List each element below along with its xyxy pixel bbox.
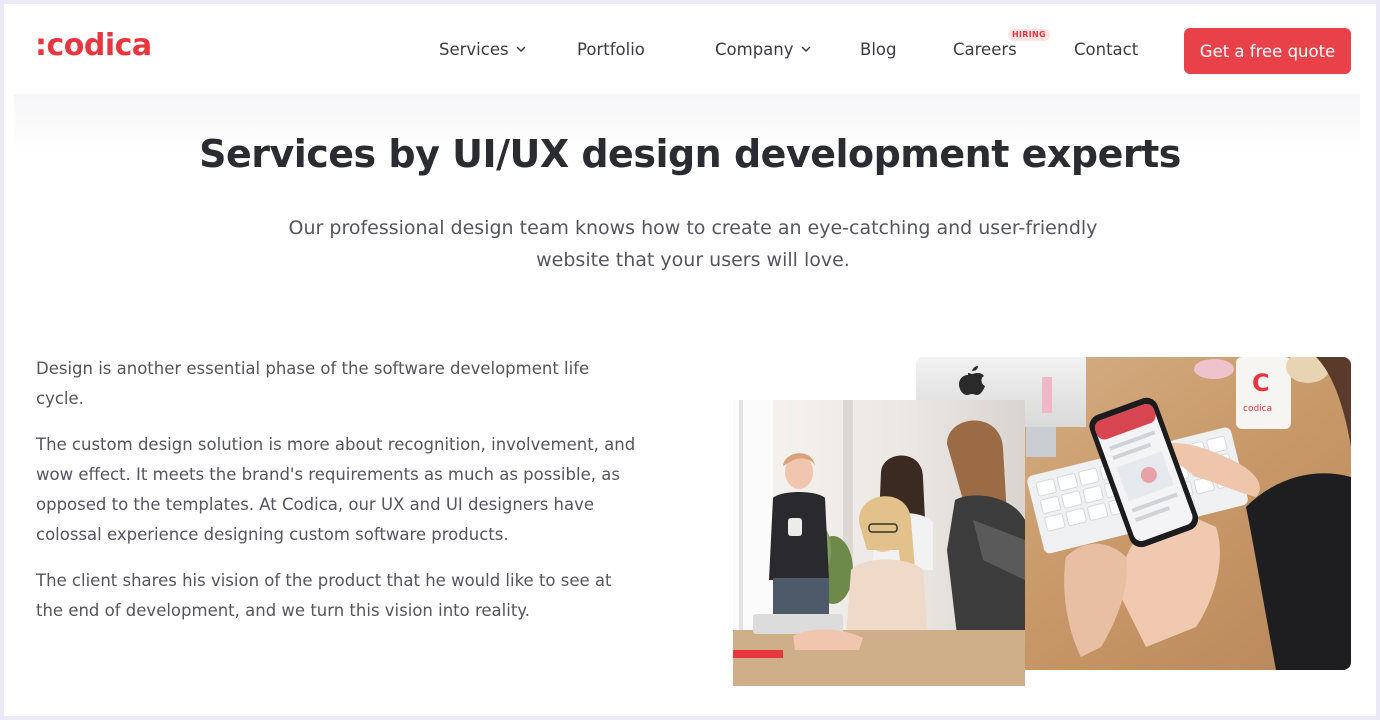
photo-team-office [733, 400, 1025, 686]
nav-blog[interactable]: Blog [860, 40, 896, 59]
site-header: :codica Services Portfolio Company Blog … [4, 4, 1376, 96]
chevron-down-icon [801, 46, 810, 52]
page-title: Services by UI/UX design development exp… [199, 132, 1181, 176]
body-paragraph: The client shares his vision of the prod… [36, 571, 612, 620]
nav-services-label: Services [439, 40, 509, 59]
nav-company-label: Company [715, 40, 794, 59]
codica-logo[interactable]: :codica [35, 28, 152, 63]
nav-services[interactable]: Services [439, 40, 527, 59]
svg-text:C: C [1252, 369, 1270, 397]
page-subtitle: Our professional design team knows how t… [288, 217, 1098, 271]
page: :codica Services Portfolio Company Blog … [4, 4, 1376, 716]
nav-company[interactable]: Company [715, 40, 812, 59]
nav-careers[interactable]: Careers [953, 40, 1017, 59]
body-paragraph: Design is another essential phase of the… [36, 359, 590, 408]
mug-logo: codica [1243, 404, 1272, 414]
nav-contact[interactable]: Contact [1074, 40, 1138, 59]
body-copy: Design is another essential phase of the… [36, 354, 636, 642]
photo-team-office-illustration [733, 400, 1025, 686]
hiring-badge: HIRING [1008, 29, 1050, 41]
get-quote-button[interactable]: Get a free quote [1184, 28, 1351, 74]
nav-portfolio[interactable]: Portfolio [577, 40, 645, 59]
chevron-down-icon [516, 46, 525, 52]
body-paragraph: The custom design solution is more about… [36, 435, 636, 544]
